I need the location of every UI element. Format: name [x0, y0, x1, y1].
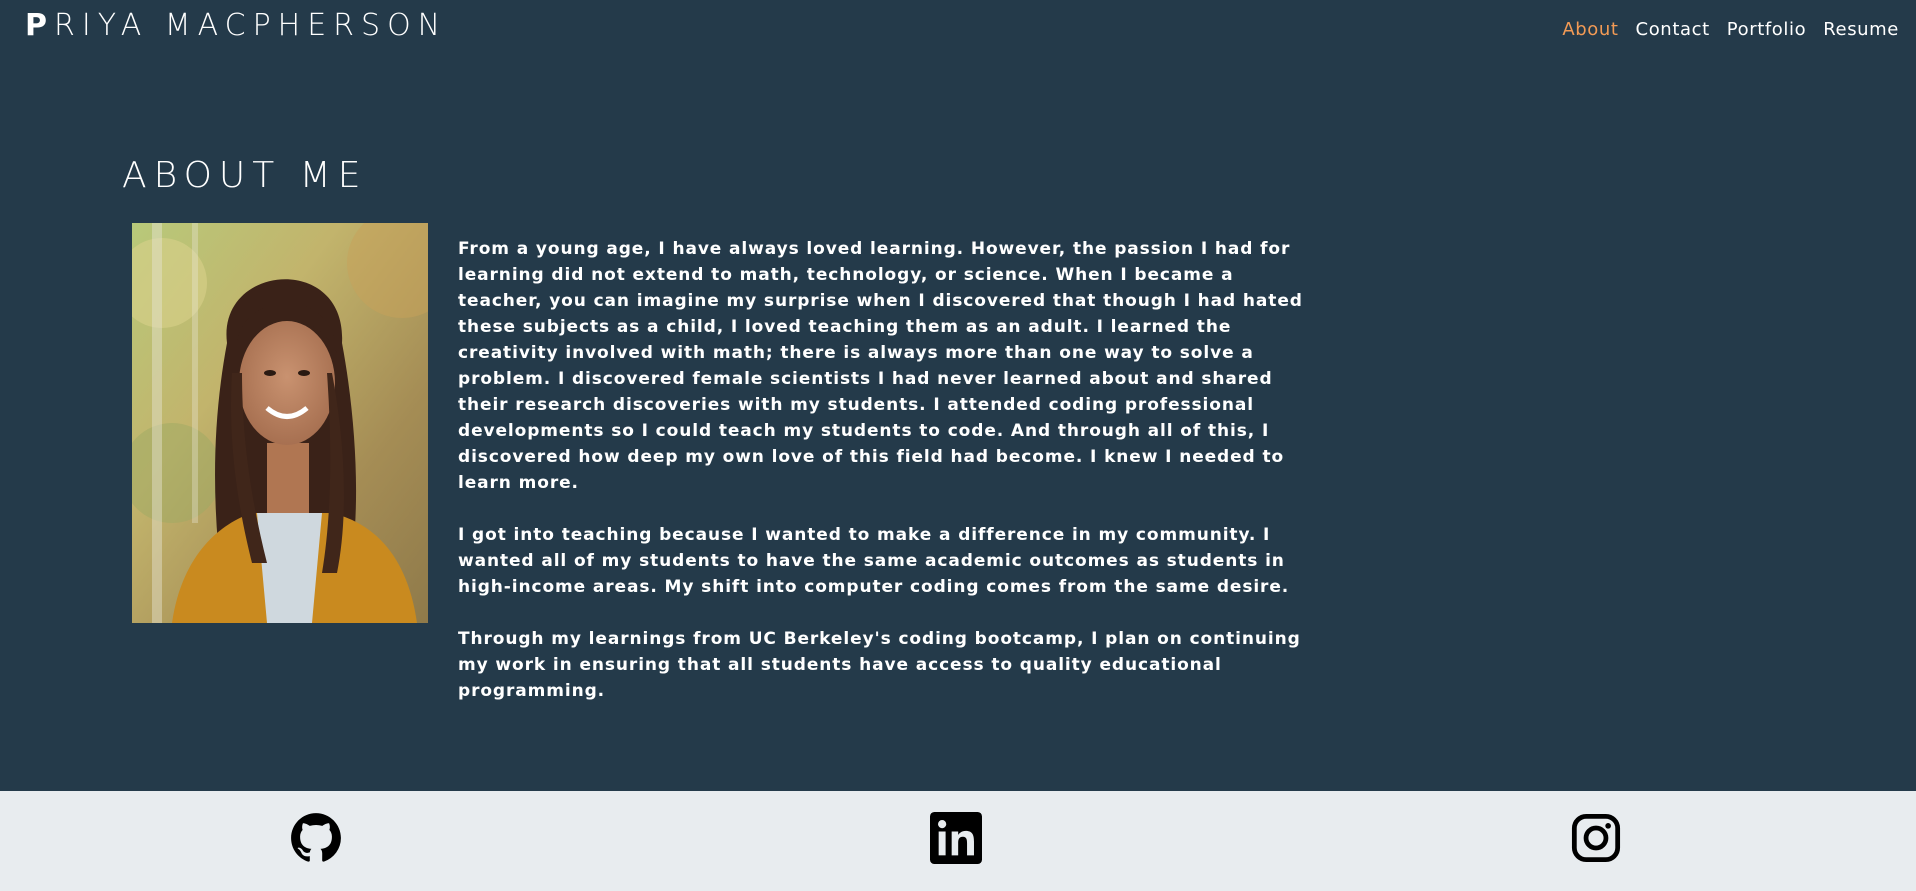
- brand-initial: P: [25, 8, 54, 43]
- site-brand[interactable]: PRIYA MACPHERSON: [25, 10, 447, 42]
- bio-paragraph-2: I got into teaching because I wanted to …: [458, 525, 1290, 597]
- linkedin-icon[interactable]: [930, 812, 982, 864]
- nav-resume[interactable]: Resume: [1823, 19, 1899, 40]
- nav-portfolio[interactable]: Portfolio: [1727, 19, 1806, 40]
- nav-contact[interactable]: Contact: [1636, 19, 1710, 40]
- about-title: ABOUT ME: [122, 155, 368, 196]
- bio-paragraph-1: From a young age, I have always loved le…: [458, 239, 1303, 493]
- header: PRIYA MACPHERSON About Contact Portfolio…: [0, 0, 1916, 60]
- bio-paragraph-3: Through my learnings from UC Berkeley's …: [458, 629, 1301, 701]
- profile-photo: [132, 223, 428, 623]
- footer: [0, 791, 1916, 891]
- page: PRIYA MACPHERSON About Contact Portfolio…: [0, 0, 1916, 791]
- bio-text: From a young age, I have always loved le…: [458, 236, 1303, 730]
- nav-about[interactable]: About: [1562, 19, 1618, 40]
- brand-name: RIYA MACPHERSON: [54, 8, 448, 43]
- instagram-icon[interactable]: [1570, 812, 1622, 864]
- main-nav: About Contact Portfolio Resume: [1562, 19, 1899, 40]
- github-icon[interactable]: [290, 812, 342, 864]
